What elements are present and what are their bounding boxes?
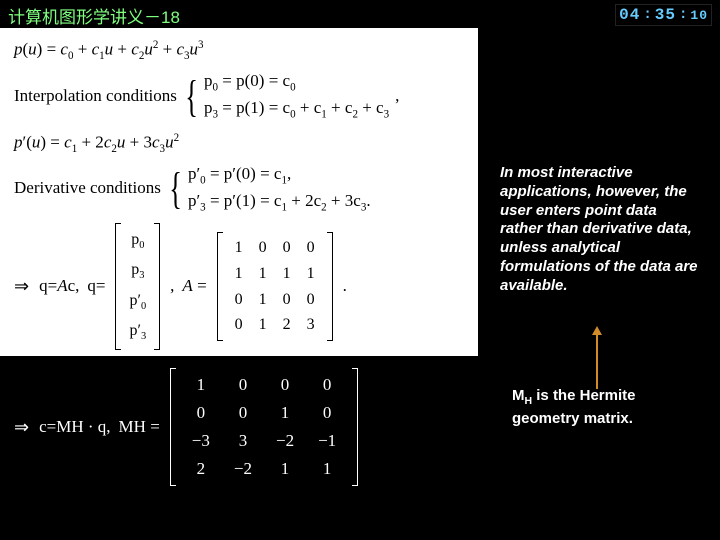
matrix-cell: −2 — [222, 455, 264, 483]
matrix-cell: 0 — [264, 371, 306, 399]
clock-seconds: 10 — [690, 8, 708, 23]
matrix-cell: 0 — [222, 399, 264, 427]
left-brace-icon: { — [185, 79, 198, 114]
clock-widget: 04 : 35 : 10 — [615, 4, 712, 26]
matrix-cell: 0 — [275, 287, 299, 313]
a-matrix: 1000111101000123 — [217, 232, 333, 340]
interp-label: Interpolation conditions — [14, 85, 177, 108]
matrix-cell: 1 — [227, 261, 251, 287]
matrix-cell: −2 — [264, 427, 306, 455]
eq-c-equals-mh-q: ⇒ c=MH · q, MH = 10000010−33−2−12−211 — [0, 368, 360, 486]
matrix-cell: 1 — [299, 261, 323, 287]
slide-title: 计算机图形学讲义－18 — [8, 3, 180, 28]
comma: , — [170, 275, 174, 298]
matrix-cell: 0 — [275, 235, 299, 261]
matrix-cell: 1 — [180, 371, 222, 399]
deriv-eq-1: p′0 = p′(0) = c1, — [188, 163, 371, 188]
side-note: In most interactive applications, howeve… — [500, 164, 700, 295]
slide-content: p(u) = c0 + c1u + c2u2 + c3u3 Interpolat… — [0, 28, 720, 540]
eq-q-equals-ac: ⇒ q=Ac, q= p0 p3 p′0 p′3 , A = 100011110… — [14, 223, 466, 350]
mh-matrix: 10000010−33−2−12−211 — [170, 368, 358, 486]
matrix-cell: 1 — [251, 312, 275, 338]
a-eq-text: A = — [182, 275, 206, 298]
eq-derivative-poly: p′(u) = c1 + 2c2u + 3c3u2 — [14, 131, 466, 157]
math-panel: p(u) = c0 + c1u + c2u2 + c3u3 Interpolat… — [0, 28, 478, 356]
q-vector: p0 p3 p′0 p′3 — [115, 223, 160, 350]
matrix-cell: 1 — [275, 261, 299, 287]
derivative-conditions: Derivative conditions { p′0 = p′(0) = c1… — [14, 163, 466, 216]
trailing-comma: , — [395, 85, 399, 108]
caption-m: M — [512, 387, 525, 404]
matrix-cell: 1 — [264, 399, 306, 427]
matrix-cell: 0 — [306, 371, 348, 399]
matrix-cell: 0 — [251, 235, 275, 261]
eq-cubic-poly: p(u) = c0 + c1u + c2u2 + c3u3 — [14, 38, 466, 64]
caption-h-sub: H — [525, 395, 533, 407]
matrix-cell: 1 — [251, 261, 275, 287]
clock-minutes: 35 — [655, 6, 676, 24]
matrix-cell: 2 — [275, 312, 299, 338]
matrix-cell: 0 — [299, 235, 323, 261]
matrix-cell: 1 — [251, 287, 275, 313]
interp-eq-2: p3 = p(1) = c0 + c1 + c2 + c3 — [204, 97, 389, 122]
mh-eq-text: MH = — [119, 417, 160, 437]
matrix-cell: 3 — [299, 312, 323, 338]
matrix-cell: 0 — [227, 287, 251, 313]
q-ac-text: q=Ac, — [39, 275, 79, 298]
matrix-cell: 0 — [299, 287, 323, 313]
matrix-cell: −3 — [180, 427, 222, 455]
left-brace-icon: { — [169, 171, 182, 206]
period: . — [343, 275, 347, 298]
c-mhq-text: c=MH · q, — [39, 417, 110, 437]
matrix-cell: 1 — [264, 455, 306, 483]
matrix-cell: 0 — [227, 312, 251, 338]
matrix-cell: 2 — [180, 455, 222, 483]
matrix-cell: 1 — [306, 455, 348, 483]
matrix-cell: 0 — [180, 399, 222, 427]
hermite-caption: MH is the Hermite geometry matrix. — [512, 386, 692, 428]
clock-colon: : — [642, 7, 652, 23]
interpolation-conditions: Interpolation conditions { p0 = p(0) = c… — [14, 70, 466, 123]
title-bar: 计算机图形学讲义－18 04 : 35 : 10 — [0, 0, 720, 28]
q-eq-text: q= — [87, 275, 105, 298]
deriv-eq-2: p′3 = p′(1) = c1 + 2c2 + 3c3. — [188, 190, 371, 215]
clock-colon: : — [678, 7, 688, 23]
matrix-cell: 0 — [222, 371, 264, 399]
interp-eq-1: p0 = p(0) = c0 — [204, 70, 389, 95]
matrix-cell: −1 — [306, 427, 348, 455]
deriv-label: Derivative conditions — [14, 177, 161, 200]
implies-icon: ⇒ — [14, 417, 29, 438]
implies-icon: ⇒ — [14, 274, 29, 298]
matrix-cell: 0 — [306, 399, 348, 427]
matrix-cell: 1 — [227, 235, 251, 261]
clock-hours: 04 — [619, 6, 640, 24]
arrow-up-icon — [592, 326, 602, 389]
matrix-cell: 3 — [222, 427, 264, 455]
